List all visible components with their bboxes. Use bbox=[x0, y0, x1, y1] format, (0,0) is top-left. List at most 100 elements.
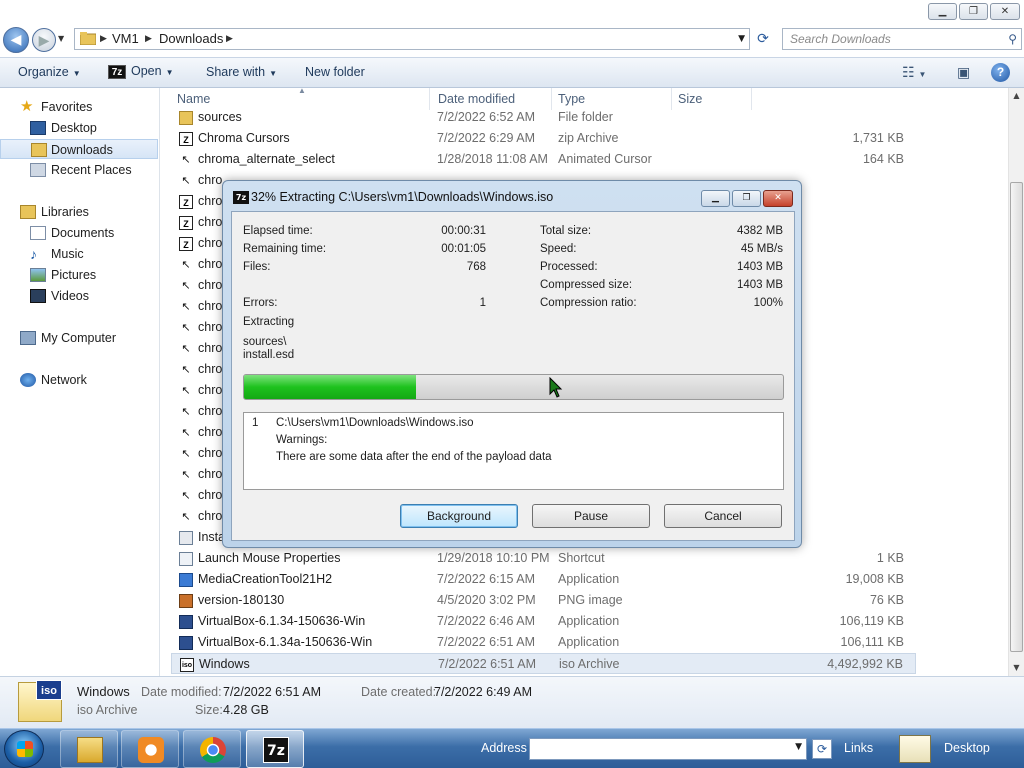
ratio-value: 100% bbox=[753, 297, 783, 309]
computer-icon bbox=[20, 331, 36, 345]
file-row[interactable]: Z Chroma Cursors 7/2/2022 6:29 AM zip Archi… bbox=[171, 128, 916, 149]
star-icon: ★ bbox=[20, 98, 34, 115]
column-header-date[interactable]: Date modified bbox=[438, 92, 515, 106]
breadcrumb-separator-icon[interactable]: ▶ bbox=[145, 29, 152, 49]
file-type: zip Archive bbox=[558, 131, 619, 145]
breadcrumb-separator-icon[interactable]: ▶ bbox=[226, 29, 233, 49]
help-icon[interactable]: ? bbox=[991, 63, 1010, 82]
dialog-maximize-button[interactable]: ❐ bbox=[732, 190, 761, 207]
file-date: 7/2/2022 6:46 AM bbox=[437, 614, 535, 628]
cursor-file-icon: ↖ bbox=[181, 364, 191, 376]
desktop-shortcut-icon[interactable] bbox=[899, 735, 931, 763]
file-row[interactable]: sources 7/2/2022 6:52 AM File folder bbox=[171, 107, 916, 128]
scroll-up-icon[interactable]: ▲ bbox=[1009, 88, 1024, 104]
nav-network[interactable]: Network bbox=[0, 370, 158, 390]
share-with-button[interactable]: Share with ▼ bbox=[206, 65, 277, 79]
cursor-file-icon: ↖ bbox=[181, 154, 191, 166]
nav-videos[interactable]: Videos bbox=[0, 286, 158, 306]
breadcrumb-separator-icon[interactable]: ▶ bbox=[100, 29, 107, 49]
file-row[interactable]: iso Windows 7/2/2022 6:51 AM iso Archive 4,4… bbox=[171, 653, 916, 674]
breadcrumb-downloads[interactable]: Downloads bbox=[159, 29, 223, 49]
nav-pictures[interactable]: Pictures bbox=[0, 265, 158, 285]
taskbar-chrome[interactable] bbox=[183, 730, 241, 768]
message-list[interactable]: 1 C:\Users\vm1\Downloads\Windows.iso War… bbox=[243, 412, 784, 490]
file-date: 7/2/2022 6:29 AM bbox=[437, 131, 535, 145]
vertical-scrollbar[interactable]: ▲ ▼ bbox=[1008, 88, 1024, 676]
scroll-down-icon[interactable]: ▼ bbox=[1009, 660, 1024, 676]
column-header-name[interactable]: Name bbox=[177, 92, 210, 106]
history-dropdown-icon[interactable]: ▼ bbox=[58, 34, 64, 43]
file-row[interactable]: version-180130 4/5/2020 3:02 PM PNG image 7… bbox=[171, 590, 916, 611]
chevron-down-icon[interactable]: ▼ bbox=[795, 742, 802, 752]
file-name: chro bbox=[198, 488, 223, 502]
breadcrumb-vm1[interactable]: VM1 bbox=[112, 29, 139, 49]
back-button[interactable]: ◀ bbox=[3, 27, 29, 53]
pictures-icon bbox=[30, 268, 46, 282]
compressed-value: 1403 MB bbox=[736, 279, 783, 291]
nav-music[interactable]: ♪ Music bbox=[0, 244, 158, 264]
file-name: chro bbox=[198, 299, 223, 313]
file-name: chro bbox=[198, 215, 223, 229]
dialog-close-button[interactable]: ✕ bbox=[763, 190, 793, 207]
background-button[interactable]: Background bbox=[400, 504, 518, 528]
column-header-type[interactable]: Type bbox=[558, 92, 585, 106]
forward-button[interactable]: ▶ bbox=[32, 28, 56, 52]
file-name: chro bbox=[198, 320, 223, 334]
refresh-icon[interactable]: ⟳ bbox=[753, 29, 773, 49]
speed-value: 45 MB/s bbox=[740, 243, 783, 255]
nav-documents[interactable]: Documents bbox=[0, 223, 158, 243]
nav-recent-places[interactable]: Recent Places bbox=[0, 160, 158, 180]
message-text: There are some data after the end of the… bbox=[276, 451, 552, 463]
nav-desktop[interactable]: Desktop bbox=[0, 118, 158, 138]
taskbar-7zip[interactable]: 7z bbox=[246, 730, 304, 768]
chrome-icon bbox=[200, 737, 226, 763]
nav-my-computer[interactable]: My Computer bbox=[0, 328, 158, 348]
open-button[interactable]: 7z Open ▼ bbox=[108, 64, 174, 79]
organize-button[interactable]: Organize ▼ bbox=[18, 65, 81, 79]
nav-favorites[interactable]: ★ Favorites bbox=[0, 97, 158, 117]
links-toolbar-label[interactable]: Links bbox=[844, 741, 873, 755]
dialog-minimize-button[interactable]: ▁ bbox=[701, 190, 730, 207]
file-row[interactable]: MediaCreationTool21H2 7/2/2022 6:15 AM App… bbox=[171, 569, 916, 590]
file-type: iso Archive bbox=[559, 657, 620, 671]
taskbar-explorer[interactable] bbox=[60, 730, 118, 768]
file-date: 4/5/2020 3:02 PM bbox=[437, 593, 536, 607]
minimize-button[interactable]: ▁ bbox=[928, 3, 957, 20]
address-bar[interactable]: ▶ VM1 ▶ Downloads ▶ ▼ bbox=[74, 28, 750, 50]
desktop-toolbar-label[interactable]: Desktop bbox=[944, 741, 990, 755]
virtualbox-icon bbox=[179, 615, 193, 629]
file-row[interactable]: VirtualBox-6.1.34-150636-Win 7/2/2022 6:4… bbox=[171, 611, 916, 632]
nav-downloads[interactable]: Downloads bbox=[0, 139, 158, 159]
nav-label: Recent Places bbox=[51, 163, 132, 177]
change-view-icon[interactable]: ☷ ▼ bbox=[902, 64, 926, 81]
maximize-button[interactable]: ❐ bbox=[959, 3, 988, 20]
column-header-size[interactable]: Size bbox=[678, 92, 702, 106]
preview-pane-icon[interactable]: ▣ bbox=[957, 64, 970, 81]
file-row[interactable]: ↖ chroma_alternate_select 1/28/2018 11:08 … bbox=[171, 149, 916, 170]
nav-libraries[interactable]: Libraries bbox=[0, 202, 158, 222]
file-row[interactable]: VirtualBox-6.1.34a-150636-Win 7/2/2022 6:… bbox=[171, 632, 916, 653]
folder-icon bbox=[80, 32, 96, 45]
address-dropdown-icon[interactable]: ▼ bbox=[738, 29, 745, 49]
cursor-file-icon: ↖ bbox=[181, 259, 191, 271]
setup-file-icon bbox=[179, 531, 193, 545]
new-folder-button[interactable]: New folder bbox=[305, 65, 365, 79]
files-value: 768 bbox=[466, 261, 486, 273]
nav-label: Documents bbox=[51, 226, 115, 240]
taskbar-address-input[interactable]: ▼ bbox=[529, 738, 807, 760]
remaining-label: Remaining time: bbox=[243, 243, 327, 255]
files-label: Files: bbox=[243, 261, 271, 273]
errors-value: 1 bbox=[479, 297, 486, 309]
cursor-file-icon: ↖ bbox=[181, 280, 191, 292]
libraries-icon bbox=[20, 205, 36, 219]
start-button[interactable] bbox=[4, 730, 44, 768]
go-icon[interactable]: ⟳ bbox=[812, 739, 832, 759]
taskbar-media-player[interactable] bbox=[121, 730, 179, 768]
cancel-button[interactable]: Cancel bbox=[664, 504, 782, 528]
total-size-value: 4382 MB bbox=[736, 225, 783, 237]
pause-button[interactable]: Pause bbox=[532, 504, 650, 528]
file-row[interactable]: Launch Mouse Properties 1/29/2018 10:10 P… bbox=[171, 548, 916, 569]
search-input[interactable]: Search Downloads ⚲ bbox=[782, 28, 1022, 50]
scrollbar-thumb[interactable] bbox=[1010, 182, 1023, 652]
close-button[interactable]: ✕ bbox=[990, 3, 1020, 20]
